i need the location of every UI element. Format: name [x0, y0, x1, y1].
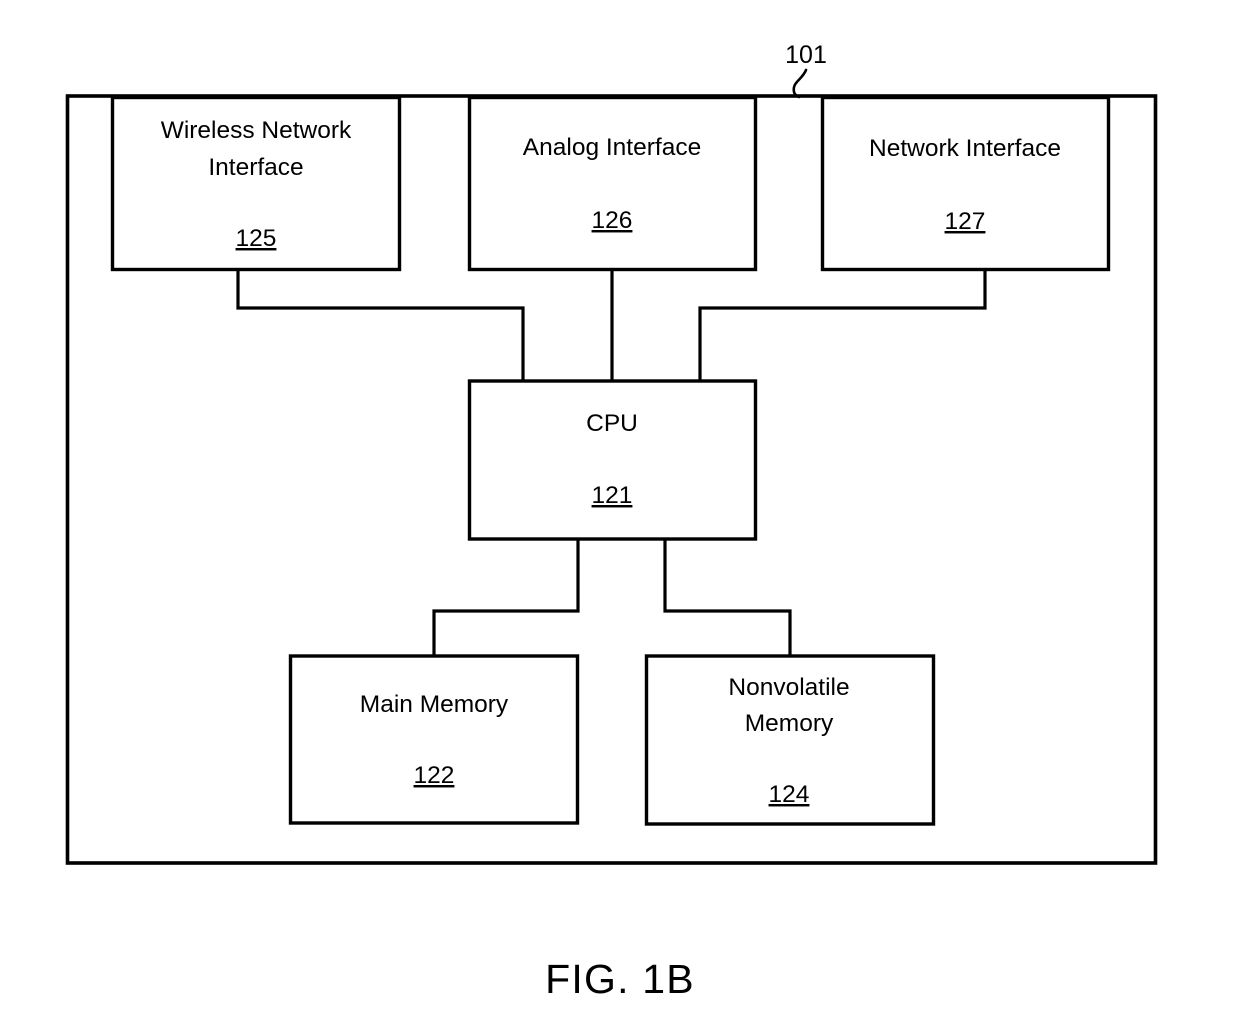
node-network-interface[interactable]: Network Interface 127 — [820, 95, 1111, 272]
node-box-network-interface — [820, 95, 1111, 272]
node-label-nonvolatile-memory-line2: Memory — [745, 710, 834, 737]
callout-leader-101 — [792, 68, 808, 99]
node-ref-analog-interface: 126 — [592, 207, 633, 234]
node-label-wireless-network-interface-line2: Interface — [208, 154, 303, 181]
node-main-memory[interactable]: Main Memory 122 — [288, 654, 580, 825]
node-ref-nonvolatile-memory: 124 — [769, 781, 810, 808]
node-box-analog-interface — [467, 95, 758, 272]
node-label-main-memory-line1: Main Memory — [360, 691, 509, 718]
node-ref-main-memory: 122 — [414, 762, 455, 789]
node-label-cpu-line1: CPU — [586, 410, 638, 437]
node-ref-wireless-network-interface: 125 — [236, 225, 277, 252]
callout-label-101: 101 — [785, 41, 827, 69]
node-label-nonvolatile-memory-line1: Nonvolatile — [728, 674, 849, 701]
node-box-cpu — [467, 379, 758, 541]
node-label-analog-interface-line1: Analog Interface — [523, 134, 701, 161]
node-nonvolatile-memory[interactable]: Nonvolatile Memory 124 — [644, 654, 936, 826]
node-label-wireless-network-interface-line1: Wireless Network — [161, 117, 352, 144]
node-ref-cpu: 121 — [592, 482, 633, 509]
node-analog-interface[interactable]: Analog Interface 126 — [467, 95, 758, 272]
node-ref-network-interface: 127 — [945, 208, 986, 235]
patent-figure-1b: Wireless Network Interface 125 Analog In… — [0, 0, 1240, 1033]
node-box-main-memory — [288, 654, 580, 825]
figure-caption: FIG. 1B — [545, 956, 695, 1002]
block-diagram-canvas: Wireless Network Interface 125 Analog In… — [65, 41, 1158, 1002]
node-cpu[interactable]: CPU 121 — [467, 379, 758, 541]
node-label-network-interface-line1: Network Interface — [869, 135, 1061, 162]
node-wireless-network-interface[interactable]: Wireless Network Interface 125 — [110, 95, 402, 272]
